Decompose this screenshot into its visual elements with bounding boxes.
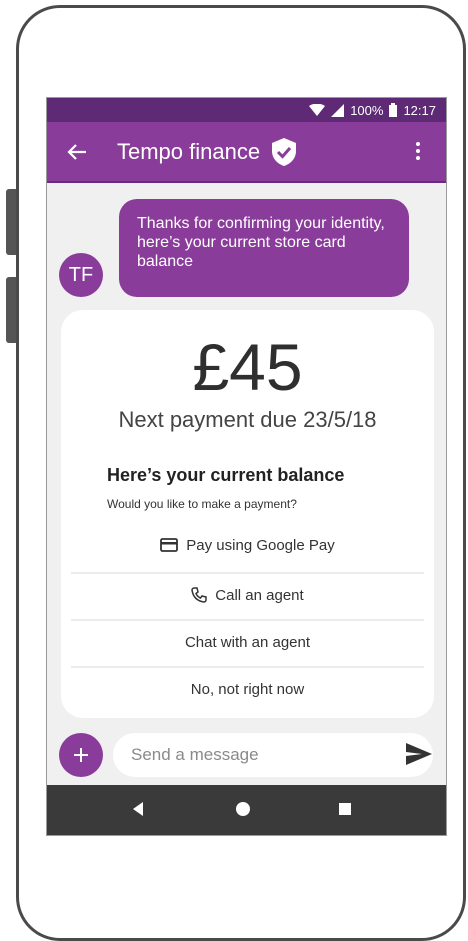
option-label: Chat with an agent <box>184 633 311 651</box>
chat-agent-button[interactable]: Chat with an agent <box>71 620 424 664</box>
send-icon[interactable] <box>406 743 432 765</box>
option-label: Pay using Google Pay <box>186 536 335 554</box>
card-heading: Here’s your current balance <box>107 465 345 485</box>
avatar: TF <box>59 253 103 297</box>
plus-icon <box>74 748 88 762</box>
nav-home-icon[interactable] <box>236 802 250 816</box>
wifi-icon <box>309 104 326 116</box>
status-bar: 100% 12:17 <box>47 98 446 122</box>
phone-volume-up-button <box>6 189 16 255</box>
phone-volume-down-button <box>6 277 16 343</box>
next-payment-due: Next payment due 23/5/18 <box>118 407 377 432</box>
call-agent-button[interactable]: Call an agent <box>71 573 424 617</box>
nav-back-icon[interactable] <box>133 802 143 816</box>
balance-amount: £45 <box>192 330 303 404</box>
verified-shield-icon <box>272 137 297 166</box>
pay-google-pay-button[interactable]: Pay using Google Pay <box>71 523 424 567</box>
battery-icon <box>389 103 398 117</box>
option-label: Call an agent <box>215 586 304 604</box>
clock: 12:17 <box>403 102 436 118</box>
balance-card: £45 Next payment due 23/5/18 Here’s your… <box>61 310 434 718</box>
phone-icon <box>191 587 208 603</box>
credit-card-icon <box>160 538 179 552</box>
message-composer: Send a message <box>47 728 446 784</box>
card-subtext: Would you like to make a payment? <box>107 497 297 511</box>
message-input[interactable]: Send a message <box>113 733 433 777</box>
battery-percent: 100% <box>350 102 384 118</box>
add-attachment-button[interactable] <box>59 733 103 777</box>
phone-screen: 100% 12:17 Tempo finance Thanks for conf… <box>46 97 447 836</box>
nav-recent-apps-icon[interactable] <box>339 803 351 815</box>
decline-payment-button[interactable]: No, not right now <box>71 667 424 711</box>
chat-area: Thanks for confirming your identity, her… <box>47 183 446 730</box>
incoming-message-bubble: Thanks for confirming your identity, her… <box>119 199 409 297</box>
cell-signal-icon <box>331 103 345 117</box>
option-label: No, not right now <box>190 680 305 698</box>
more-options-icon[interactable] <box>416 142 420 160</box>
app-bar: Tempo finance <box>47 122 446 183</box>
app-title: Tempo finance <box>117 138 261 164</box>
system-nav-bar <box>47 785 446 835</box>
back-arrow-icon[interactable] <box>67 143 87 161</box>
